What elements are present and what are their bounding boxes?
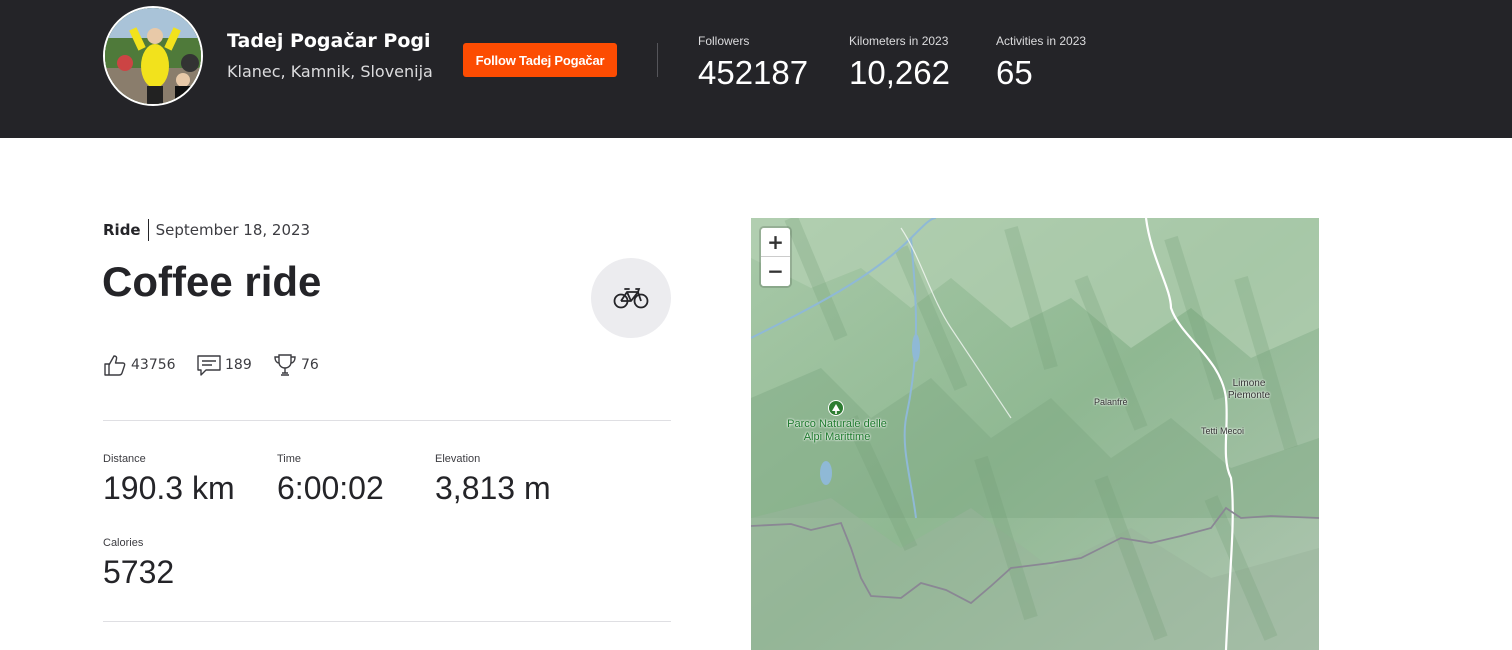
map-zoom-controls: + − xyxy=(761,228,790,286)
calories-label: Calories xyxy=(103,537,144,549)
header-divider xyxy=(657,43,658,77)
comments-count: 189 xyxy=(225,357,252,373)
sport-type-badge xyxy=(591,258,671,338)
distance-label: Distance xyxy=(103,453,146,465)
kilometers-value: 10,262 xyxy=(849,54,950,91)
follow-button[interactable]: Follow Tadej Pogačar xyxy=(463,43,617,77)
town-label-palanfre: Palanfrè xyxy=(1094,397,1128,407)
activity-meta: Ride September 18, 2023 xyxy=(103,219,310,241)
athlete-name[interactable]: Tadej Pogačar Pogi xyxy=(227,30,431,52)
park-label: Parco Naturale delle Alpi Marittime xyxy=(787,418,887,443)
followers-value: 452187 xyxy=(698,54,809,91)
elevation-value: 3,813 m xyxy=(435,470,551,506)
achievements-count: 76 xyxy=(301,357,319,373)
zoom-in-button[interactable]: + xyxy=(761,228,790,257)
achievements-button[interactable]: 76 xyxy=(273,353,319,377)
activity-type: Ride xyxy=(103,221,141,239)
comments-button[interactable]: 189 xyxy=(197,353,252,377)
elevation-label: Elevation xyxy=(435,453,481,465)
route-map[interactable]: Parco Naturale delle Alpi Marittime Pala… xyxy=(751,218,1319,650)
distance-stat: Distance 190.3 km xyxy=(103,453,235,507)
town-label-limone: Limone Piemonte xyxy=(1227,378,1271,401)
activities-label: Activities in 2023 xyxy=(996,34,1087,48)
divider xyxy=(103,420,671,421)
thumbs-up-icon xyxy=(104,355,126,376)
kudos-count: 43756 xyxy=(131,357,176,373)
park-marker-icon[interactable] xyxy=(828,400,844,416)
divider xyxy=(103,621,671,622)
activities-value: 65 xyxy=(996,54,1033,91)
comment-icon xyxy=(197,355,221,376)
kudos-button[interactable]: 43756 xyxy=(103,353,176,377)
tree-icon xyxy=(832,404,840,414)
avatar-image xyxy=(105,8,201,104)
calories-stat: Calories 5732 xyxy=(103,537,174,591)
bike-icon xyxy=(613,288,649,309)
zoom-out-button[interactable]: − xyxy=(761,257,790,286)
athlete-location: Klanec, Kamnik, Slovenija xyxy=(227,62,433,81)
activity-title: Coffee ride xyxy=(102,258,322,305)
town-label-tetti: Tetti Mecoi xyxy=(1201,426,1245,436)
meta-separator xyxy=(147,219,149,241)
elevation-stat: Elevation 3,813 m xyxy=(435,453,551,507)
activities-stat: Activities in 2023 65 xyxy=(996,34,1086,92)
trophy-icon xyxy=(274,354,296,376)
calories-value: 5732 xyxy=(103,554,175,590)
followers-stat: Followers 452187 xyxy=(698,34,808,92)
distance-value: 190.3 km xyxy=(103,470,235,506)
time-value: 6:00:02 xyxy=(277,470,384,506)
kilometers-stat: Kilometers in 2023 10,262 xyxy=(849,34,950,92)
athlete-header: Tadej Pogačar Pogi Klanec, Kamnik, Slove… xyxy=(0,0,1512,138)
activity-date: September 18, 2023 xyxy=(155,221,311,239)
athlete-avatar[interactable] xyxy=(103,6,203,106)
time-stat: Time 6:00:02 xyxy=(277,453,384,507)
followers-label: Followers xyxy=(698,34,750,48)
kilometers-label: Kilometers in 2023 xyxy=(849,34,949,48)
time-label: Time xyxy=(277,453,302,465)
